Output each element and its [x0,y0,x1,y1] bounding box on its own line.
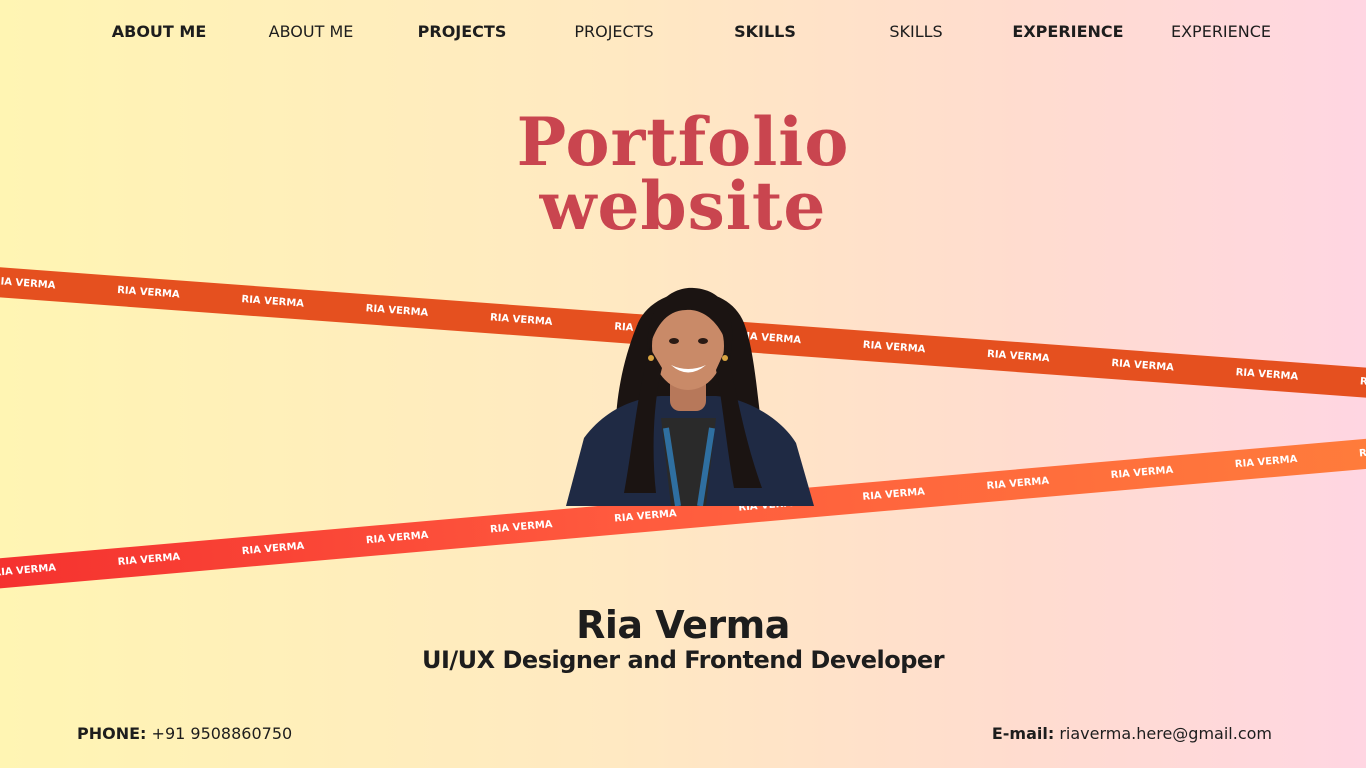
nav-skills-bold[interactable]: SKILLS [734,22,796,41]
nav-about-me-bold[interactable]: ABOUT ME [112,22,207,41]
ribbon-text: RIA VERMA [1110,357,1175,374]
ribbon-text: RIA VERMA [0,562,57,579]
profile-role: UI/UX Designer and Frontend Developer [421,646,945,674]
ribbon-text: RIA VERMA [1234,453,1298,471]
nav-projects[interactable]: PROJECTS [574,22,653,41]
nav-experience-bold[interactable]: EXPERIENCE [1012,22,1123,41]
profile-name: Ria Verma [576,603,790,647]
title-line-2: website [539,167,827,245]
email-value[interactable]: riaverma.here@gmail.com [1059,724,1272,743]
profile-photo-illustration [566,287,814,506]
ribbon-text: RIA VERMA [1359,376,1366,392]
ribbon-text: RIA VERMA [0,275,56,292]
ribbon-text: RIA VERMA [365,303,429,319]
phone-label: PHONE: [77,724,147,743]
nav-skills[interactable]: SKILLS [889,22,942,41]
nav-experience[interactable]: EXPERIENCE [1171,22,1271,41]
title-line-1: Portfolio [516,103,850,181]
nav-about-me[interactable]: ABOUT ME [269,22,354,41]
ribbon-text: RIA VERMA [986,348,1050,365]
ribbon-text: RIA VERMA [489,519,554,536]
ribbon-text: RIA VERMA [117,551,181,569]
ribbon-text: RIA VERMA [116,284,181,301]
phone-contact: PHONE: +91 9508860750 [77,724,292,743]
email-label: E-mail: [991,724,1055,743]
ribbon-text: RIA VERMA [862,486,926,503]
nav-projects-bold[interactable]: PROJECTS [418,22,507,41]
ribbon-text: RIA VERMA [241,540,305,558]
profile-photo [566,258,814,506]
email-contact: E-mail: riaverma.here@gmail.com [992,724,1272,743]
ribbon-text: RIA VERMA [241,294,305,310]
page-title: Portfolio website [0,103,1366,245]
ribbon-text: RIA VERMA [1110,464,1174,482]
ribbon-text: RIA VERMA [986,475,1050,493]
ribbon-text: RIA VERMA [862,339,926,356]
ribbon-text: RIA VERMA [365,529,429,547]
ribbon-text: RIA VERMA [1358,443,1366,460]
ribbon-text: RIA VERMA [1235,367,1299,383]
phone-value[interactable]: +91 9508860750 [152,724,293,743]
top-nav: ABOUT ME ABOUT ME PROJECTS PROJECTS SKIL… [0,22,1366,46]
